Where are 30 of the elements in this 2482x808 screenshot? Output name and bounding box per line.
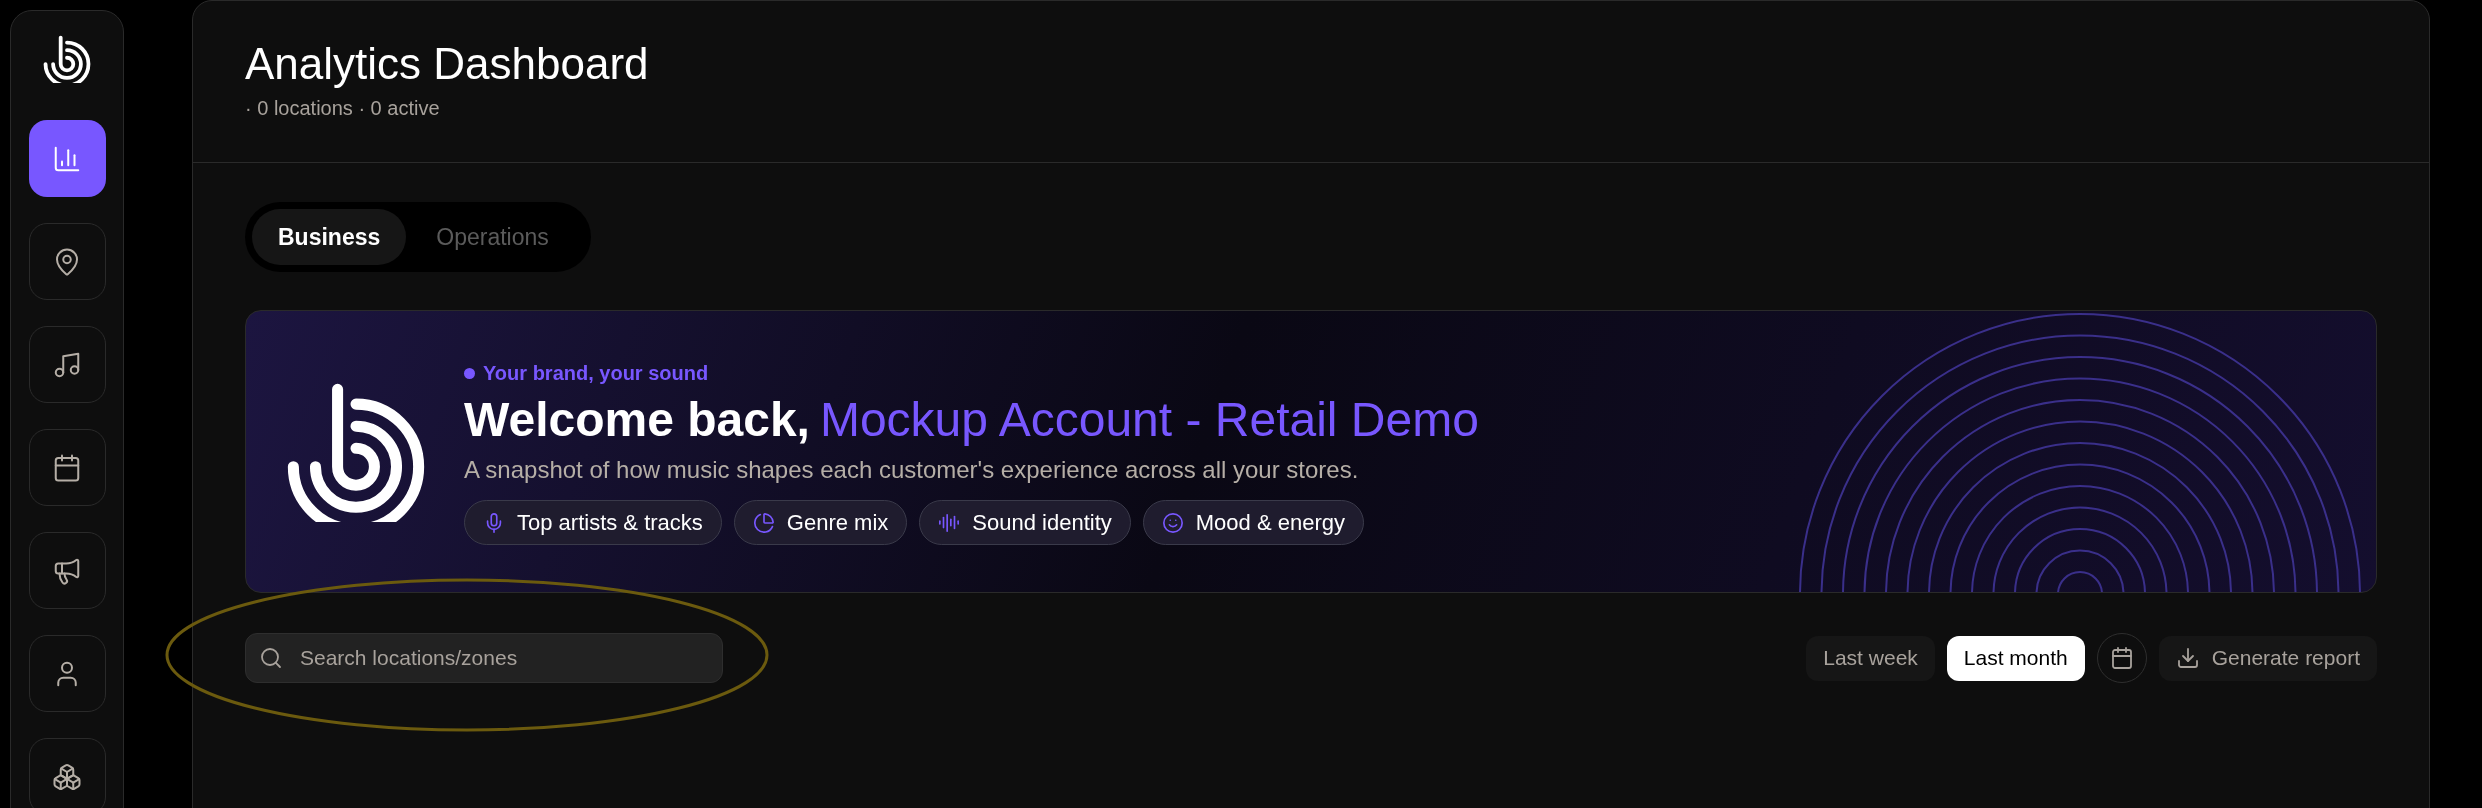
download-icon	[2175, 646, 2200, 670]
pie-chart-icon	[752, 511, 775, 534]
period-button[interactable]: Last week	[1806, 635, 1935, 681]
brand-logo-icon	[286, 381, 426, 522]
page-subtitle: · 0 locations · 0 active	[245, 96, 441, 121]
calendar-icon	[52, 452, 82, 483]
search-field[interactable]: Search locations/zones	[245, 633, 723, 683]
sidebar-nav-button[interactable]	[28, 223, 106, 300]
generate-report-button[interactable]: Generate report	[2158, 635, 2377, 681]
feature-chip: Mood & energy	[1142, 500, 1364, 545]
account-name: Mockup Account - Retail Demo	[819, 392, 1479, 448]
sound-wave-icon	[938, 511, 961, 534]
feature-chip: Sound identity	[919, 500, 1131, 545]
sidebar-nav-button[interactable]	[28, 429, 106, 506]
page-title: Analytics Dashboard	[245, 38, 650, 90]
feature-chip: Genre mix	[733, 500, 908, 545]
search-icon	[259, 646, 283, 670]
banner-tagline: Your brand, your sound	[483, 361, 709, 386]
sidebar-nav-button[interactable]	[28, 532, 106, 609]
banner-description: A snapshot of how music shapes each customer's experience across all your stores.	[464, 455, 1360, 485]
welcome-heading: Welcome back,	[464, 392, 810, 448]
tab[interactable]: Business	[252, 209, 407, 265]
sidebar-nav-button[interactable]	[28, 120, 106, 197]
sidebar-nav-button[interactable]	[28, 326, 106, 403]
cubes-icon	[52, 761, 82, 792]
feature-chip: Top artists & tracks	[464, 500, 722, 545]
smiley-icon	[1161, 511, 1184, 534]
calendar-icon	[2109, 646, 2134, 670]
period-button[interactable]: Last month	[1946, 635, 2085, 681]
logo-icon	[43, 35, 91, 83]
